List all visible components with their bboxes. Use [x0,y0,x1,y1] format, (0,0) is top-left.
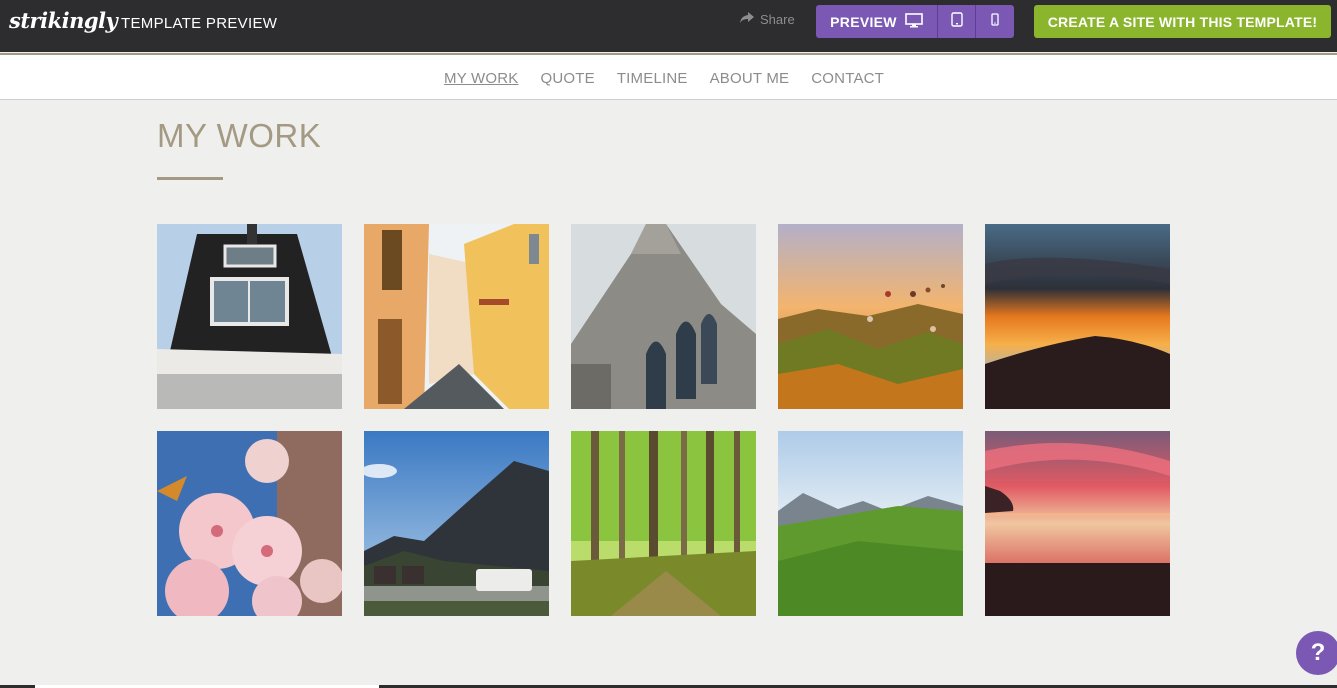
title-divider [157,177,223,180]
gallery-image-meadow[interactable] [778,431,963,616]
share-button[interactable]: Share [740,12,795,27]
nav-item-contact[interactable]: CONTACT [811,70,884,87]
preview-label: PREVIEW [830,13,897,30]
gallery-image-church[interactable] [571,224,756,409]
help-button[interactable]: ? [1296,631,1337,675]
nav-links: MY WORK QUOTE TIMELINE ABOUT ME CONTACT [444,70,884,87]
top-bar: strikingly TEMPLATE PREVIEW Share PREVIE… [0,0,1337,52]
gallery-image-balloons[interactable] [778,224,963,409]
gallery-image-forest[interactable] [571,431,756,616]
preview-mobile-button[interactable] [976,5,1014,38]
gallery-image-beach[interactable] [985,431,1170,616]
nav-item-about-me[interactable]: ABOUT ME [710,70,790,87]
photo-gallery [157,224,1170,616]
site-navigation: MY WORK QUOTE TIMELINE ABOUT ME CONTACT [0,53,1337,100]
share-arrow-icon [740,12,754,27]
gallery-image-blossoms[interactable] [157,431,342,616]
gallery-image-camper[interactable] [364,431,549,616]
strikingly-logo[interactable]: strikingly [9,8,118,33]
tablet-icon [950,11,963,32]
gallery-image-sunset-hill[interactable] [985,224,1170,409]
share-label: Share [760,12,795,27]
preview-tablet-button[interactable] [938,5,976,38]
nav-item-quote[interactable]: QUOTE [540,70,594,87]
preview-desktop-button[interactable]: PREVIEW [816,5,938,38]
template-preview-title: TEMPLATE PREVIEW [121,15,278,32]
gallery-image-building[interactable] [157,224,342,409]
create-site-button[interactable]: CREATE A SITE WITH THIS TEMPLATE! [1034,5,1331,38]
mobile-icon [991,12,999,31]
nav-item-my-work[interactable]: MY WORK [444,70,518,87]
nav-item-timeline[interactable]: TIMELINE [617,70,688,87]
desktop-icon [905,12,923,31]
section-title: MY WORK [157,117,322,154]
gallery-image-street[interactable] [364,224,549,409]
preview-device-group: PREVIEW [816,5,1014,38]
